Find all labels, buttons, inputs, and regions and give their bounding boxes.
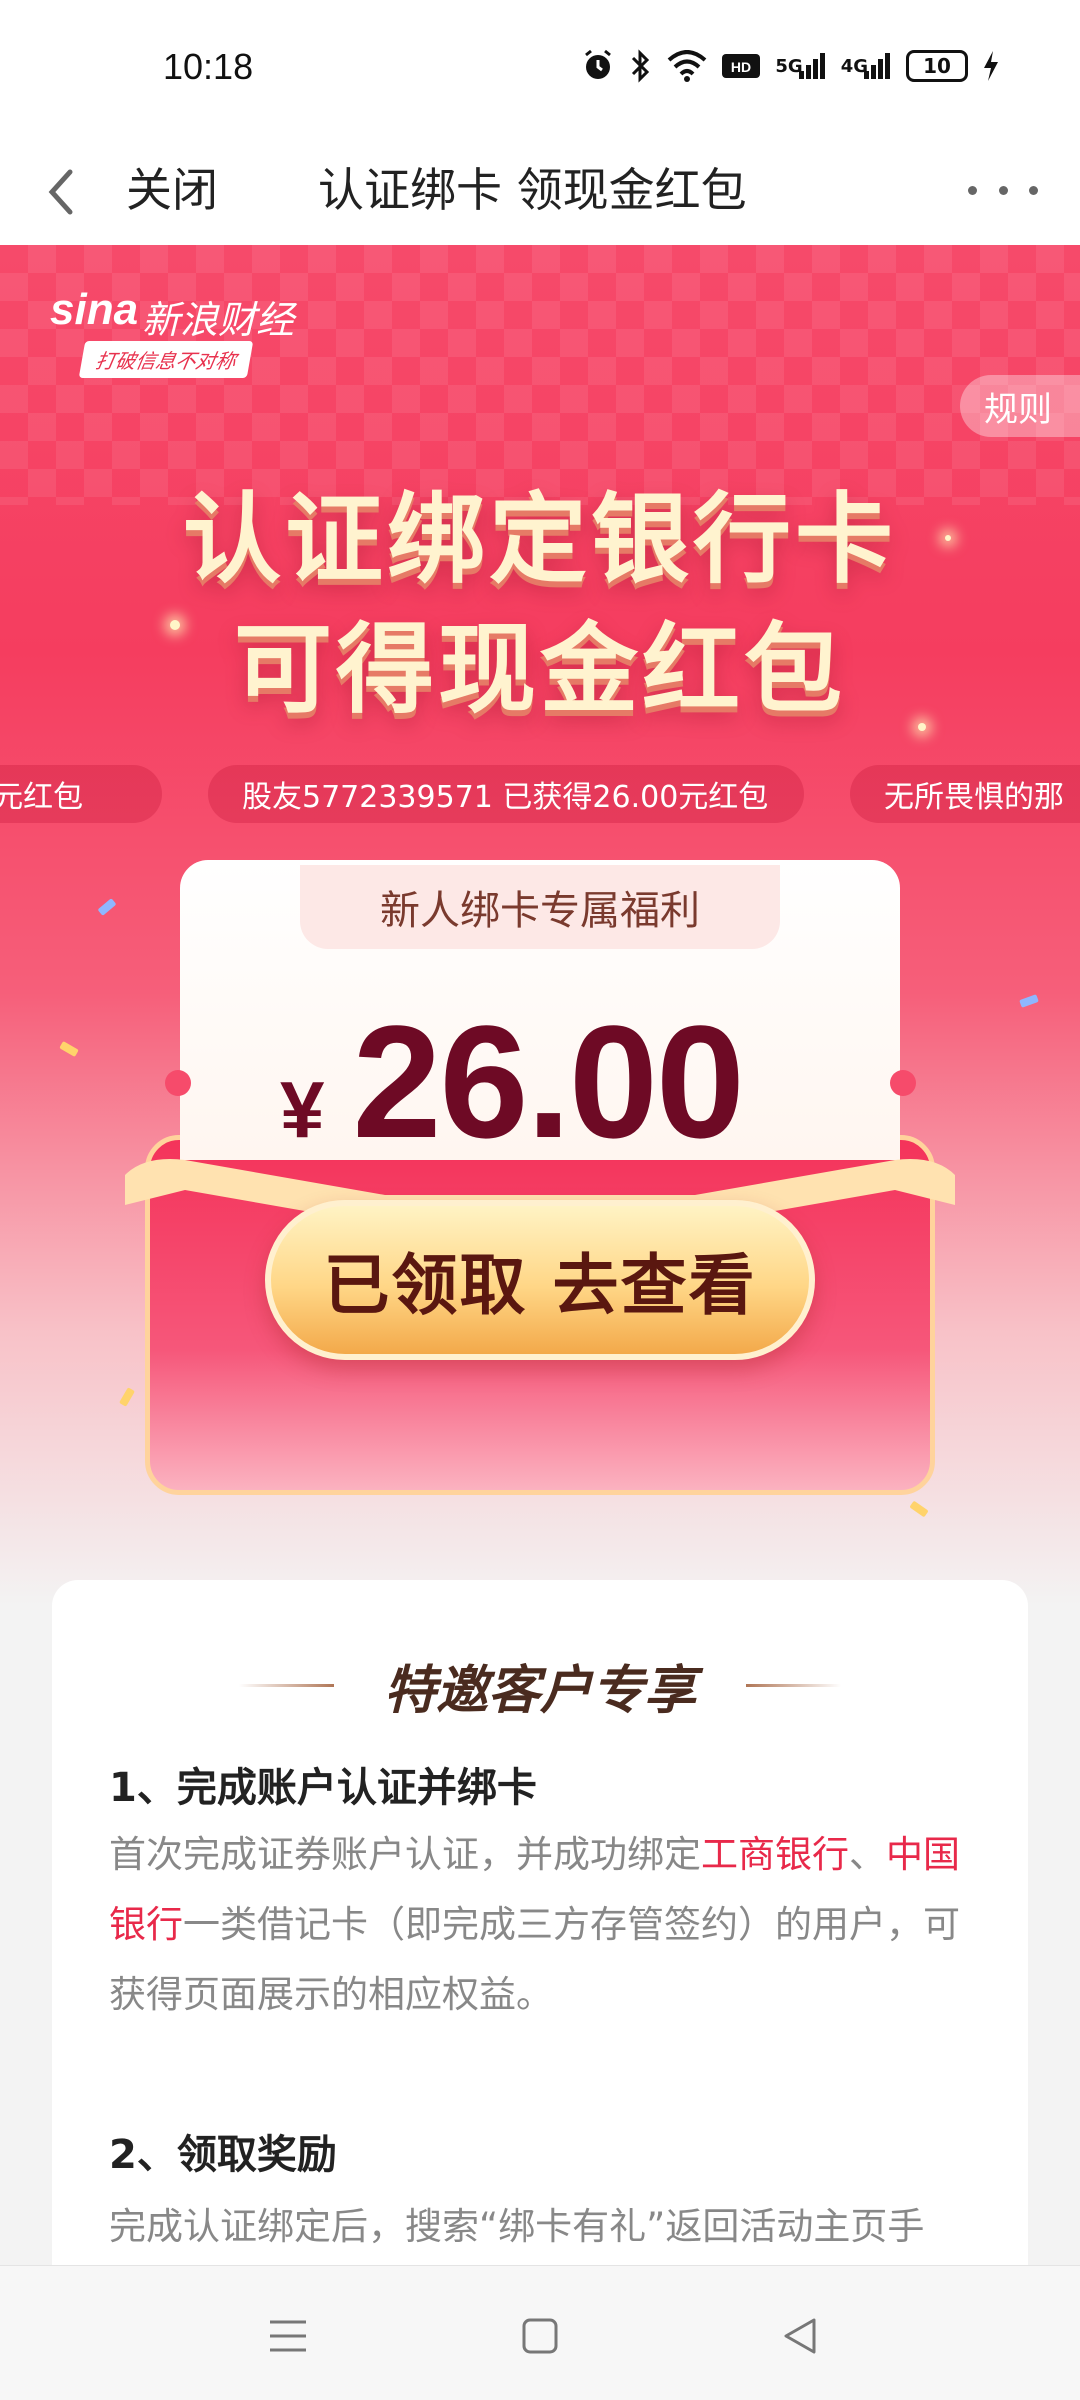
close-button[interactable]: 关闭 [126,154,218,220]
rules-button[interactable]: 规则 [960,375,1080,437]
ticker-item: 0元红包 [0,765,162,823]
title-divider-right [746,1683,841,1687]
sparkle [918,723,926,731]
bluetooth-icon [629,46,653,86]
back-nav-button[interactable] [770,2306,830,2366]
signal-5g: 5G [775,46,826,86]
chevron-left-icon [48,169,73,215]
menu-icon [270,2320,306,2352]
confetti [59,1041,79,1057]
system-nav-bar [0,2265,1080,2400]
more-button[interactable] [968,160,1038,220]
status-time: 10:18 [163,46,254,87]
headline-line1: 认证绑定银行卡 [182,483,897,597]
reward-amount: ¥ 26.00 [280,990,880,1171]
notch-right [890,1070,916,1096]
page-title: 认证绑卡 领现金红包 [318,163,747,217]
status-icons: HD 5G 4G 10 [581,46,1000,86]
logo-name: 新浪财经 [142,298,295,342]
info-card: 特邀客户专享 1、完成账户认证并绑卡 首次完成证券账户认证，并成功绑定工商银行、… [52,1580,1028,2340]
sina-finance-logo: sina 新浪财经 打破信息不对称 [50,285,310,385]
step1-title: 1、完成账户认证并绑卡 [109,1765,537,1811]
menu-button[interactable] [258,2306,318,2366]
screen: 10:18 HD 5G 4G 10 关闭 认证绑卡 领现金红包 sina 新浪财… [0,0,1080,2400]
confetti [97,898,117,916]
battery-indicator: 10 [906,50,968,82]
status-bar: 10:18 HD 5G 4G 10 [0,0,1080,140]
hero-banner: sina 新浪财经 打破信息不对称 规则 认证绑定银行卡 可得现金红包 0元红包… [0,245,1080,1605]
info-title-row: 特邀客户专享 [52,1650,1028,1721]
confetti [1019,994,1039,1008]
step1-sep: 、 [849,1833,886,1876]
ticker-item: 无所畏惧的那 [850,765,1080,823]
info-title: 特邀客户专享 [383,1660,696,1721]
logo-brand: sina [50,285,139,334]
logo-slogan: 打破信息不对称 [78,341,254,378]
confetti [909,1500,929,1518]
step2-title: 2、领取奖励 [109,2132,337,2178]
newcomer-tag: 新人绑卡专属福利 [300,865,780,949]
step2-text: 完成认证绑定后，搜索“绑卡有礼”返回活动主页手 [109,2205,925,2248]
more-dots-icon [968,185,977,195]
back-triangle-icon [784,2318,816,2354]
bank-icbc: 工商银行 [701,1833,849,1876]
hd-icon: HD [721,46,761,86]
back-button[interactable] [38,162,88,222]
home-icon [522,2318,558,2354]
sparkle [170,620,180,630]
svg-text:HD: HD [731,59,751,75]
wifi-icon [667,46,707,86]
bolt-icon [982,46,1000,86]
more-dot [998,185,1008,195]
headline-line2: 可得现金红包 [233,613,846,727]
step1-text-b: 一类借记卡（即完成三方存管签约）的用户，可获得页面展示的相应权益。 [109,1903,960,2016]
step1-text: 首次完成证券账户认证，并成功绑定工商银行、中国银行一类借记卡（即完成三方存管签约… [109,1820,979,2030]
nav-bar: 关闭 认证绑卡 领现金红包 [0,140,1080,245]
step1-text-a: 首次完成证券账户认证，并成功绑定 [109,1833,701,1876]
notch-left [165,1070,191,1096]
claimed-view-button[interactable]: 已领取 去查看 [265,1200,815,1360]
confetti [119,1387,135,1407]
sparkle [945,535,951,541]
home-button[interactable] [510,2306,570,2366]
signal-4g: 4G [841,46,892,86]
title-divider-left [238,1683,334,1687]
more-dot [1029,185,1038,195]
alarm-icon [581,46,615,86]
ticker-item: 股友5772339571 已获得26.00元红包 [208,765,804,823]
winner-ticker: 0元红包 股友5772339571 已获得26.00元红包 无所畏惧的那 [0,765,1080,825]
